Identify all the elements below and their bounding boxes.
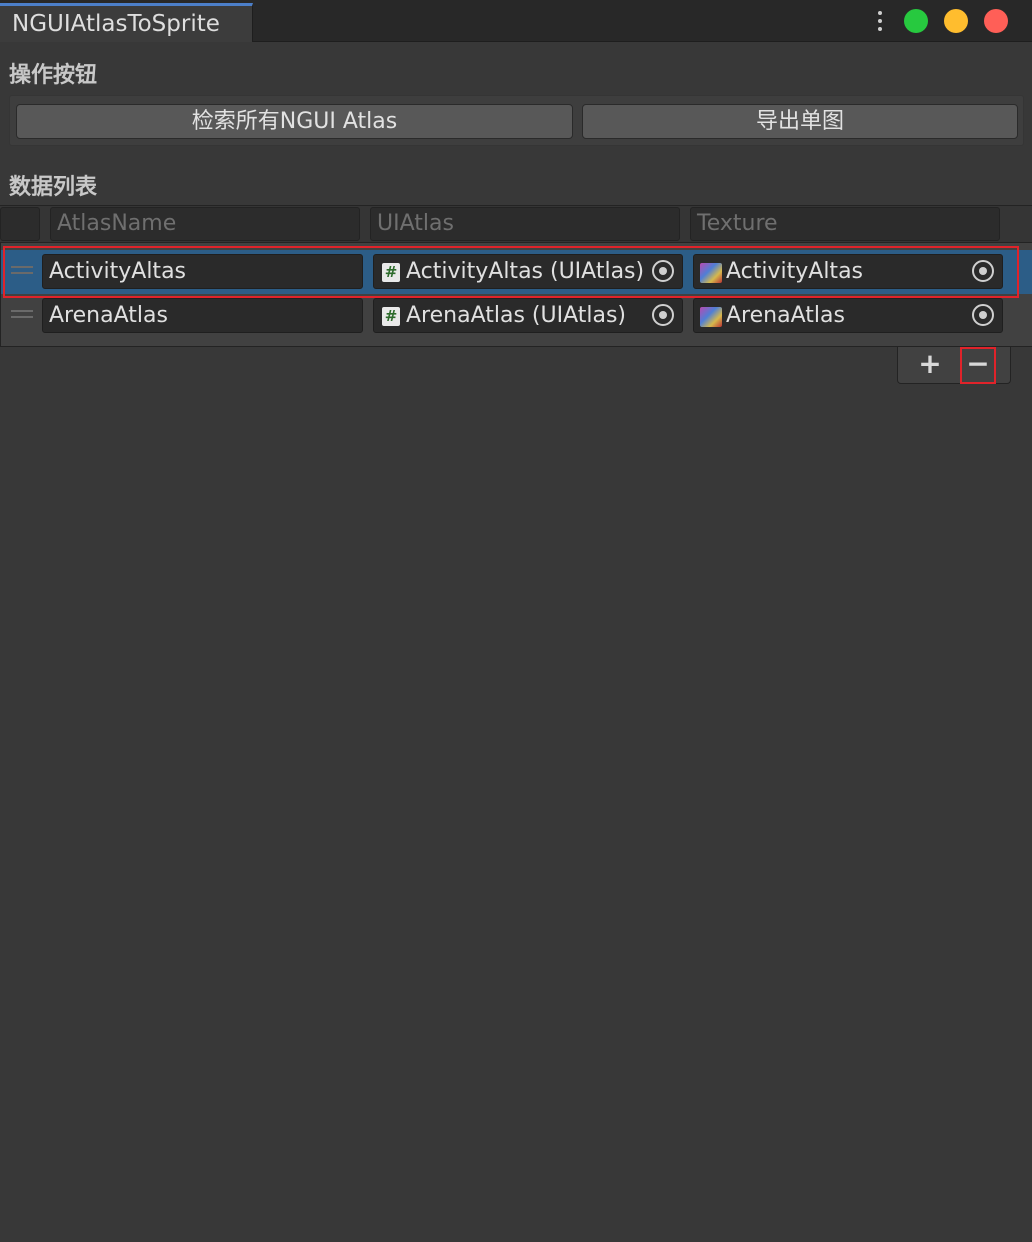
actions-box: 检索所有NGUI Atlas 导出单图 (9, 95, 1024, 146)
search-atlas-button[interactable]: 检索所有NGUI Atlas (16, 104, 573, 139)
actions-section-title: 操作按钮 (9, 63, 98, 88)
list-item[interactable]: ArenaAtlas # ArenaAtlas (UIAtlas) ArenaA… (1, 294, 1032, 338)
data-list-section-title: 数据列表 (9, 175, 98, 200)
script-icon: # (382, 263, 400, 282)
object-picker-icon[interactable] (971, 259, 995, 283)
maximize-button[interactable] (904, 9, 928, 33)
object-picker-icon[interactable] (651, 303, 675, 327)
column-header-uiatlas: UIAtlas (370, 207, 680, 241)
object-picker-icon[interactable] (971, 303, 995, 327)
column-header-texture: Texture (690, 207, 1000, 241)
list-header: AtlasName UIAtlas Texture (0, 205, 1032, 243)
column-header-atlasname: AtlasName (50, 207, 360, 241)
atlas-name-field[interactable]: ArenaAtlas (42, 298, 363, 333)
object-picker-icon[interactable] (651, 259, 675, 283)
uiatlas-object-label: ArenaAtlas (UIAtlas) (406, 303, 627, 328)
drag-handle-icon[interactable] (11, 266, 33, 274)
texture-icon (700, 307, 722, 327)
column-header-handle (0, 207, 40, 241)
window-tab[interactable]: NGUIAtlasToSprite (0, 3, 253, 42)
texture-object-field[interactable]: ArenaAtlas (693, 298, 1003, 333)
uiatlas-object-field[interactable]: # ActivityAltas (UIAtlas) (373, 254, 683, 289)
texture-icon (700, 263, 722, 283)
minimize-button[interactable] (944, 9, 968, 33)
tab-bar: NGUIAtlasToSprite (0, 0, 1032, 42)
minus-icon[interactable]: − (962, 349, 994, 381)
list-item[interactable]: ActivityAltas # ActivityAltas (UIAtlas) … (1, 250, 1032, 294)
export-button[interactable]: 导出单图 (582, 104, 1018, 139)
drag-handle-icon[interactable] (11, 310, 33, 318)
uiatlas-object-field[interactable]: # ArenaAtlas (UIAtlas) (373, 298, 683, 333)
texture-object-label: ActivityAltas (726, 259, 864, 284)
texture-object-label: ArenaAtlas (726, 303, 845, 328)
script-icon: # (382, 307, 400, 326)
list-footer: + − (897, 347, 1011, 384)
editor-window: NGUIAtlasToSprite 操作按钮 检索所有NGUI Atlas 导出… (0, 0, 1032, 1242)
uiatlas-object-label: ActivityAltas (UIAtlas) (406, 259, 645, 284)
texture-object-field[interactable]: ActivityAltas (693, 254, 1003, 289)
plus-icon[interactable]: + (914, 349, 946, 381)
close-button[interactable] (984, 9, 1008, 33)
atlas-name-field[interactable]: ActivityAltas (42, 254, 363, 289)
more-options-icon[interactable] (870, 10, 890, 32)
list-body: ActivityAltas # ActivityAltas (UIAtlas) … (0, 243, 1032, 347)
